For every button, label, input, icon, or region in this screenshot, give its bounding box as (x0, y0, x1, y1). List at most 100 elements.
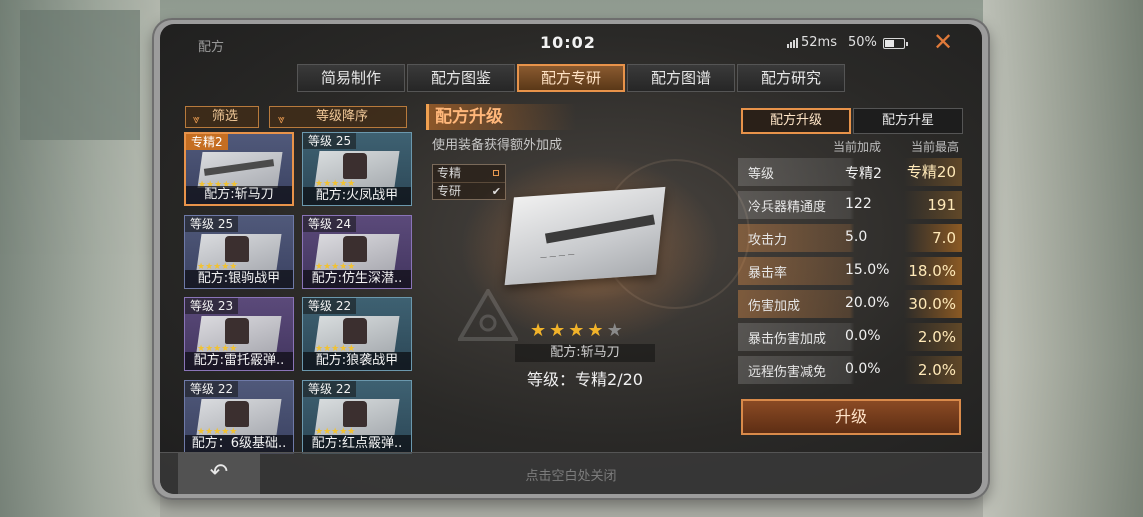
stat-current: 5.0 (845, 229, 868, 245)
stats-list[interactable]: 等级 专精2 专精20 冷兵器精通度 122 191 攻击力 5.0 7.0 暴击率 15.0% 18… (738, 158, 962, 384)
card-name: 配方:银驹战甲 (185, 269, 293, 288)
stat-label: 等级 (748, 167, 775, 182)
stat-label: 冷兵器精通度 (748, 200, 827, 215)
stat-row: 冷兵器精通度 122 191 (738, 191, 962, 219)
background-right (983, 0, 1143, 517)
stat-max: 2.0% (904, 323, 962, 351)
recipe-card[interactable]: 等级 25 ★★★★★ 配方:银驹战甲 (184, 214, 294, 289)
card-level: 等级 24 (303, 215, 357, 232)
game-screen: 配方 10:02 52ms 50% ✕ 简易制作 配方图鉴 配方专研 配方图谱 配方研究… (160, 24, 982, 494)
star-icon: ★ (606, 320, 626, 341)
section-title: 配方升级 (426, 104, 576, 130)
background-left (0, 0, 160, 517)
upgrade-button[interactable]: 升级 (741, 399, 961, 435)
star-icon: ★ (549, 320, 569, 341)
triangle-emblem-icon (458, 289, 518, 341)
equipment-icon (225, 318, 249, 344)
stat-row: 攻击力 5.0 7.0 (738, 224, 962, 252)
card-level: 等级 22 (185, 380, 239, 397)
tab-recipe-upgrade[interactable]: 配方升级 (741, 108, 851, 134)
stat-current: 专精2 (845, 166, 882, 182)
stat-max: 7.0 (904, 224, 962, 252)
recipe-card[interactable]: 等级 22 ★★★★★ 配方:红点霰弹.. (302, 379, 412, 454)
battery-icon (883, 38, 908, 49)
recipe-card-grid: 专精2 ★★★★★ 配方:斩马刀 等级 25 ★★★★★ 配方:火凤战甲 等级 25 ★★★★… (184, 132, 416, 456)
equipment-icon (343, 318, 367, 344)
stat-column-headers: 当前加成 当前最高 (741, 138, 963, 154)
stat-row: 远程伤害减免 0.0% 2.0% (738, 356, 962, 384)
bottom-bar: ↶ 点击空白处关闭 (160, 452, 982, 494)
ping-value: 52ms (801, 35, 837, 50)
stat-max: 18.0% (904, 257, 962, 285)
tab-3[interactable]: 配方图谱 (627, 64, 735, 92)
card-name: 配方:狼袭战甲 (303, 352, 411, 370)
tab-recipe-star-up[interactable]: 配方升星 (853, 108, 963, 134)
card-name: 配方:仿生深潜.. (303, 269, 411, 288)
equipment-icon (225, 235, 249, 262)
equipment-icon (343, 400, 367, 427)
stat-row: 暴击率 15.0% 18.0% (738, 257, 962, 285)
card-level: 等级 22 (303, 298, 357, 314)
card-name: 配方:雷托霰弹.. (185, 352, 293, 370)
recipe-card[interactable]: 等级 22 ★★★★★ 配方：6级基础.. (184, 379, 294, 454)
recipe-card[interactable]: 等级 25 ★★★★★ 配方:火凤战甲 (302, 132, 412, 206)
tab-4[interactable]: 配方研究 (737, 64, 845, 92)
stat-row: 伤害加成 20.0% 30.0% (738, 290, 962, 318)
recipe-card[interactable]: 等级 23 ★★★★★ 配方:雷托霰弹.. (184, 297, 294, 371)
stat-label: 攻击力 (748, 233, 788, 248)
recipe-card[interactable]: 专精2 ★★★★★ 配方:斩马刀 (184, 132, 294, 206)
tab-2[interactable]: 配方专研 (517, 64, 625, 92)
stat-max: 191 (904, 191, 962, 219)
star-icon: ★ (530, 320, 550, 341)
stat-label: 暴击率 (748, 266, 788, 281)
card-level: 等级 22 (303, 380, 357, 397)
close-hint[interactable]: 点击空白处关闭 (160, 465, 982, 484)
card-name: 配方：6级基础.. (185, 434, 293, 453)
stat-current: 0.0% (845, 328, 881, 344)
filter-row: ⩔ 筛选 ⩔ 等级降序 (185, 106, 407, 128)
stat-current: 15.0% (845, 262, 890, 278)
stat-current: 122 (845, 196, 872, 212)
recipe-level: 等级：专精2/20 (527, 370, 643, 389)
star-icon: ★ (587, 320, 607, 341)
stat-max: 30.0% (904, 290, 962, 318)
column-max: 当前最高 (911, 140, 960, 154)
sort-button[interactable]: ⩔ 等级降序 (269, 106, 407, 128)
recipe-card[interactable]: 等级 24 ★★★★★ 配方:仿生深潜.. (302, 214, 412, 289)
filter-label: 筛选 (212, 109, 239, 124)
stat-row: 等级 专精2 专精20 (738, 158, 962, 186)
main-tabs: 简易制作 配方图鉴 配方专研 配方图谱 配方研究 (297, 64, 845, 92)
stat-max: 专精20 (904, 158, 962, 186)
stat-current: 20.0% (845, 295, 890, 311)
status-bar: 配方 10:02 52ms 50% ✕ (160, 24, 982, 60)
column-current: 当前加成 (833, 140, 882, 154)
section-subtitle: 使用装备获得额外加成 (432, 138, 563, 153)
equipment-icon (343, 153, 367, 179)
device-frame: 配方 10:02 52ms 50% ✕ 简易制作 配方图鉴 配方专研 配方图谱 配方研究… (152, 18, 990, 500)
card-name: 配方:火凤战甲 (303, 187, 411, 205)
recipe-name: 配方:斩马刀 (515, 344, 655, 362)
close-icon[interactable]: ✕ (931, 30, 955, 54)
window-title: 配方 (198, 40, 225, 55)
equipment-icon (343, 235, 367, 262)
chevron-down-icon: ⩔ (278, 112, 285, 126)
tab-1[interactable]: 配方图鉴 (407, 64, 515, 92)
card-level: 等级 23 (185, 298, 239, 314)
signal-icon (787, 38, 799, 48)
stat-label: 远程伤害减免 (748, 365, 827, 380)
filter-button[interactable]: ⩔ 筛选 (185, 106, 259, 128)
stat-label: 暴击伤害加成 (748, 332, 827, 347)
star-icon: ★ (568, 320, 588, 341)
sub-tabs: 配方升级 配方升星 (741, 108, 963, 134)
sort-label: 等级降序 (316, 109, 369, 124)
card-level: 等级 25 (303, 133, 357, 149)
card-name: 配方:红点霰弹.. (303, 434, 411, 453)
card-name: 配方:斩马刀 (186, 186, 292, 204)
recipe-card[interactable]: 等级 22 ★★★★★ 配方:狼袭战甲 (302, 297, 412, 371)
tab-0[interactable]: 简易制作 (297, 64, 405, 92)
star-rating: ★★★★★ (530, 320, 626, 341)
battery-percent: 50% (848, 35, 877, 50)
stat-max: 2.0% (904, 356, 962, 384)
stat-current: 0.0% (845, 361, 881, 377)
clock: 10:02 (540, 33, 596, 52)
